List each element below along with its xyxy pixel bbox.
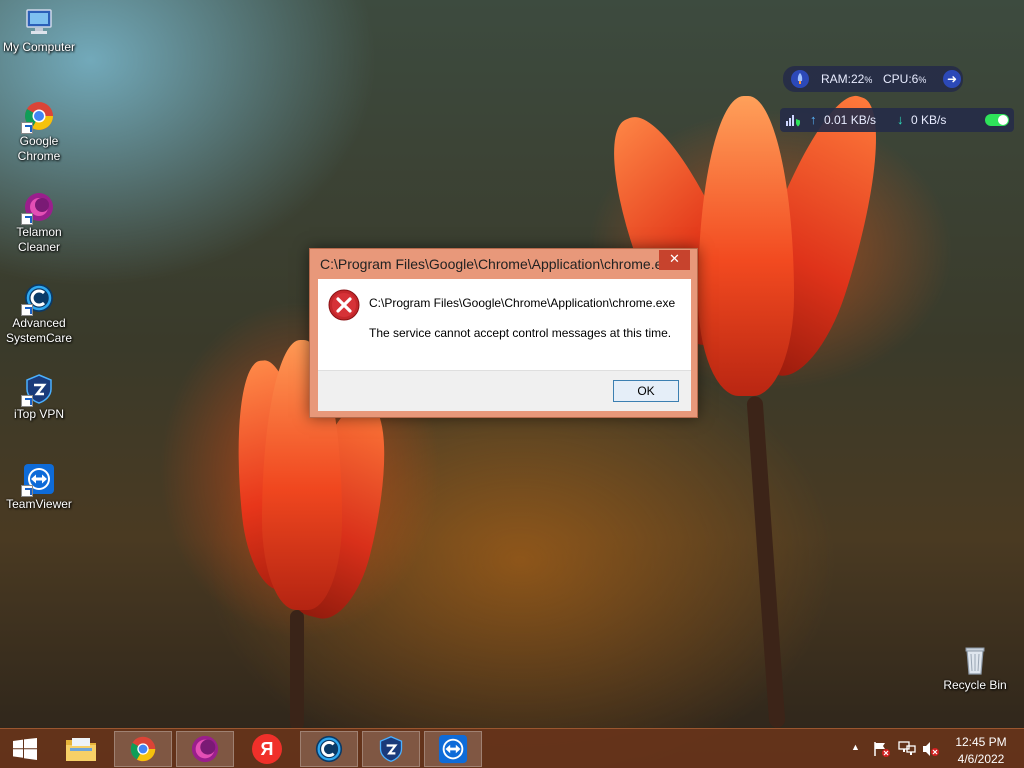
windows-logo-icon <box>13 738 37 760</box>
recycle-bin-icon <box>959 644 991 676</box>
dialog-path-text: C:\Program Files\Google\Chrome\Applicati… <box>369 296 676 310</box>
desktop-icon-itop-vpn[interactable]: iTop VPN <box>0 373 78 422</box>
performance-widget[interactable]: RAM:22% CPU:6% ➜ <box>783 66 963 92</box>
taskbar-teamviewer[interactable] <box>424 731 482 767</box>
network-icon[interactable] <box>898 741 916 757</box>
rocket-icon[interactable] <box>791 70 809 88</box>
shortcut-arrow-icon <box>21 213 33 225</box>
dialog-body: C:\Program Files\Google\Chrome\Applicati… <box>318 279 691 411</box>
vpn-shield-icon <box>379 736 403 762</box>
vpn-shield-icon <box>21 373 55 407</box>
close-icon: ✕ <box>669 252 680 267</box>
start-button[interactable] <box>0 729 50 768</box>
desktop-icon-my-computer[interactable]: My Computer <box>0 6 78 55</box>
shortcut-arrow-icon <box>21 304 33 316</box>
cpu-usage: CPU:6% <box>883 72 926 86</box>
telamon-icon <box>191 735 219 763</box>
ram-label: RAM: <box>821 72 851 86</box>
ok-button[interactable]: OK <box>613 380 679 402</box>
error-icon <box>328 289 360 325</box>
clock-time: 12:45 PM <box>955 735 1007 749</box>
tulip-stem <box>746 395 786 729</box>
taskbar-telamon[interactable] <box>176 731 234 767</box>
desktop-icon-label: Google <box>19 134 59 148</box>
cpu-label: CPU: <box>883 72 912 86</box>
dialog-message: The service cannot accept control messag… <box>369 326 672 340</box>
systemcare-icon <box>21 282 55 316</box>
tulip-stem <box>290 610 304 730</box>
desktop-icon-label: My Computer <box>2 40 76 54</box>
telamon-icon <box>21 191 55 225</box>
desktop-icon-label: Cleaner <box>17 240 61 254</box>
taskbar-advanced-systemcare[interactable] <box>300 731 358 767</box>
teamviewer-icon <box>21 463 55 497</box>
close-button[interactable]: ✕ <box>659 250 690 270</box>
widget-toggle[interactable] <box>985 114 1009 126</box>
yandex-icon: Я <box>252 734 282 764</box>
toggle-knob <box>998 115 1008 125</box>
download-speed: 0 KB/s <box>911 113 947 127</box>
desktop-icon-label: iTop VPN <box>13 407 65 421</box>
upload-arrow-icon: ↑ <box>810 112 817 127</box>
desktop-icon-label: Chrome <box>17 149 61 163</box>
folder-icon <box>66 738 96 761</box>
upload-speed: 0.01 KB/s <box>824 113 877 127</box>
volume-muted-icon[interactable] <box>922 741 940 757</box>
desktop-icon-label: TeamViewer <box>6 497 72 511</box>
desktop-icon-telamon-cleaner[interactable]: Telamon Cleaner <box>0 191 78 255</box>
chrome-icon <box>130 736 156 762</box>
dialog-title: C:\Program Files\Google\Chrome\Applicati… <box>320 256 660 272</box>
ram-percent: % <box>864 75 873 85</box>
shortcut-arrow-icon <box>21 122 33 134</box>
desktop-icon-recycle-bin[interactable]: Recycle Bin <box>936 644 1014 693</box>
tulip-petal <box>698 96 794 396</box>
desktop-icon-label: SystemCare <box>5 331 73 345</box>
computer-icon <box>23 6 55 38</box>
action-center-flag-icon[interactable] <box>873 741 891 757</box>
taskbar-yandex[interactable]: Я <box>238 731 296 767</box>
tray-chevron-icon[interactable]: ▲ <box>851 742 860 752</box>
desktop-icon-label: Recycle Bin <box>943 678 1007 692</box>
network-widget[interactable]: ↑ 0.01 KB/s ↓ 0 KB/s <box>780 108 1014 132</box>
arrow-right-icon[interactable]: ➜ <box>943 70 961 88</box>
desktop-icon-teamviewer[interactable]: TeamViewer <box>0 463 78 512</box>
teamviewer-icon <box>438 734 468 764</box>
download-arrow-icon: ↓ <box>897 112 904 127</box>
desktop-icon-google-chrome[interactable]: Google Chrome <box>0 100 78 164</box>
shortcut-arrow-icon <box>21 395 33 407</box>
systemcare-icon <box>315 735 343 763</box>
taskbar: Я ▲ 12:45 PM 4/6/2022 <box>0 728 1024 768</box>
cpu-percent: % <box>918 75 927 85</box>
chrome-icon <box>21 100 55 134</box>
signal-shield-icon <box>785 112 801 131</box>
taskbar-chrome[interactable] <box>114 731 172 767</box>
ram-usage: RAM:22% <box>821 72 872 86</box>
shortcut-arrow-icon <box>21 485 33 497</box>
taskbar-file-explorer[interactable] <box>52 731 110 767</box>
error-dialog[interactable]: C:\Program Files\Google\Chrome\Applicati… <box>309 248 698 418</box>
dialog-footer: OK <box>318 370 691 411</box>
ram-value: 22 <box>851 72 865 86</box>
taskbar-itop-vpn[interactable] <box>362 731 420 767</box>
clock-date: 4/6/2022 <box>957 752 1005 766</box>
desktop-icon-label: Advanced <box>12 316 66 330</box>
clock[interactable]: 12:45 PM 4/6/2022 <box>948 733 1014 767</box>
desktop-icon-advanced-systemcare[interactable]: Advanced SystemCare <box>0 282 78 346</box>
desktop-icon-label: Telamon <box>16 225 62 239</box>
